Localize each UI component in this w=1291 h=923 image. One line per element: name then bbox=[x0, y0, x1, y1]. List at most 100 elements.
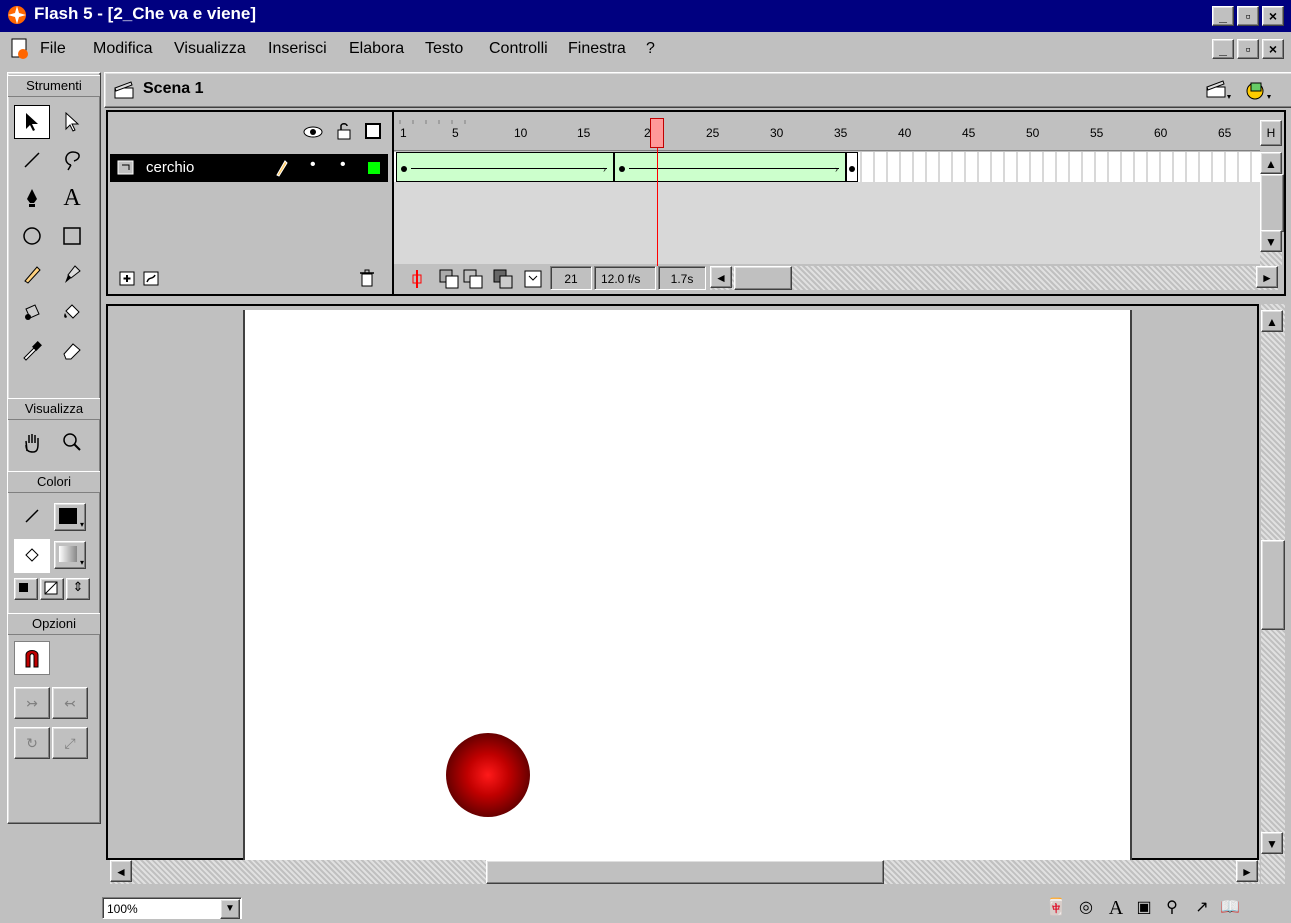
smooth-option-icon[interactable]: ↣ bbox=[14, 687, 50, 719]
menu-visualizza[interactable]: Visualizza bbox=[174, 40, 246, 58]
tween-span-2[interactable]: › bbox=[614, 152, 846, 182]
stage-hscroll[interactable]: ◄ ► bbox=[110, 860, 1260, 884]
center-frame-icon[interactable] bbox=[406, 268, 428, 290]
menu-controlli[interactable]: Controlli bbox=[489, 40, 548, 58]
info-panel-launcher-icon[interactable]: 🀄 bbox=[1044, 897, 1068, 919]
layer-row-cerchio[interactable]: cerchio • • bbox=[110, 154, 388, 182]
timeline-scroll-up[interactable]: ▲ bbox=[1260, 152, 1282, 174]
lock-dot[interactable]: • bbox=[340, 156, 346, 174]
stage-vscroll-thumb[interactable] bbox=[1261, 540, 1285, 630]
rotate-option-icon[interactable]: ↻ bbox=[14, 727, 50, 759]
ruler-label: 10 bbox=[514, 126, 528, 140]
magnet-snap-icon[interactable] bbox=[14, 641, 50, 675]
close-button[interactable]: × bbox=[1262, 6, 1284, 26]
ink-bottle-tool-icon[interactable] bbox=[14, 295, 50, 329]
stage-canvas[interactable] bbox=[243, 310, 1132, 860]
timeline-scroll-down[interactable]: ▼ bbox=[1260, 230, 1282, 252]
menu-testo[interactable]: Testo bbox=[425, 40, 463, 58]
mixer-panel-launcher-icon[interactable]: ◎ bbox=[1074, 897, 1098, 919]
swap-colors-icon[interactable]: ⇕ bbox=[66, 578, 90, 600]
lock-icon[interactable] bbox=[336, 122, 352, 140]
ruler-label: 45 bbox=[962, 126, 976, 140]
add-layer-icon[interactable] bbox=[118, 268, 138, 288]
straighten-option-icon[interactable]: ↢ bbox=[52, 687, 88, 719]
timeline-vscroll[interactable]: ▲ ▼ bbox=[1260, 152, 1284, 266]
red-ball-symbol[interactable] bbox=[446, 733, 530, 817]
timeline-options-button[interactable]: H bbox=[1260, 120, 1282, 146]
stage-scroll-left[interactable]: ◄ bbox=[110, 860, 132, 882]
layer-icon bbox=[117, 160, 134, 175]
menu-elabora[interactable]: Elabora bbox=[349, 40, 404, 58]
tween-span-1[interactable]: › bbox=[396, 152, 614, 182]
scene-bar: Scena 1 bbox=[104, 72, 1291, 108]
tools-section-visualizza: Visualizza bbox=[8, 398, 100, 420]
modify-onion-markers-icon[interactable] bbox=[522, 268, 544, 290]
fill-bucket-icon bbox=[14, 539, 50, 573]
menu-help[interactable]: ? bbox=[646, 40, 655, 58]
pencil-tool-icon[interactable] bbox=[14, 257, 50, 291]
ruler-label: 40 bbox=[898, 126, 912, 140]
stage-hscroll-thumb[interactable] bbox=[486, 860, 884, 884]
text-tool-icon[interactable]: A bbox=[54, 181, 90, 215]
visibility-dot[interactable]: • bbox=[310, 156, 316, 174]
menu-finestra[interactable]: Finestra bbox=[568, 40, 626, 58]
paint-bucket-tool-icon[interactable] bbox=[54, 295, 90, 329]
add-guide-layer-icon[interactable] bbox=[142, 268, 162, 288]
end-keyframe[interactable] bbox=[846, 152, 858, 182]
show-hide-eye-icon[interactable] bbox=[302, 124, 324, 140]
zoom-tool-icon[interactable] bbox=[54, 425, 90, 459]
stage-scroll-up[interactable]: ▲ bbox=[1261, 310, 1283, 332]
no-color-icon[interactable] bbox=[40, 578, 64, 600]
frame-row-cerchio[interactable]: › › bbox=[394, 152, 1260, 182]
onion-skin-icon[interactable] bbox=[438, 268, 460, 290]
timeline-hscroll[interactable]: ◄ ► bbox=[710, 266, 1278, 290]
library-launcher-icon[interactable]: 📖 bbox=[1218, 897, 1242, 919]
actions-panel-launcher-icon[interactable]: ↗ bbox=[1190, 897, 1214, 919]
instance-panel-launcher-icon[interactable]: ▣ bbox=[1132, 897, 1156, 919]
scale-option-icon[interactable]: ⤢ bbox=[52, 727, 88, 759]
outline-icon[interactable] bbox=[364, 122, 382, 140]
menu-modifica[interactable]: Modifica bbox=[93, 40, 153, 58]
eyedropper-tool-icon[interactable] bbox=[14, 333, 50, 367]
trash-icon[interactable] bbox=[358, 268, 376, 288]
rectangle-tool-icon[interactable] bbox=[54, 219, 90, 253]
timeline-scroll-left[interactable]: ◄ bbox=[710, 266, 732, 288]
minimize-button[interactable]: _ bbox=[1212, 6, 1234, 26]
movie-explorer-launcher-icon[interactable]: ⚲ bbox=[1160, 897, 1184, 919]
stage-scroll-down[interactable]: ▼ bbox=[1261, 832, 1283, 854]
subselect-tool-icon[interactable] bbox=[54, 105, 90, 139]
frame-ruler[interactable]: 1 5 10 15 20 25 30 35 40 45 50 55 60 65 bbox=[394, 112, 1260, 151]
brush-tool-icon[interactable] bbox=[54, 257, 90, 291]
oval-tool-icon[interactable] bbox=[14, 219, 50, 253]
hand-tool-icon[interactable] bbox=[14, 425, 50, 459]
playhead-marker[interactable] bbox=[650, 118, 664, 148]
stroke-color-swatch[interactable]: ▾ bbox=[54, 503, 86, 531]
pen-tool-icon[interactable] bbox=[14, 181, 50, 215]
edit-symbols-button[interactable] bbox=[1243, 77, 1273, 103]
menu-file[interactable]: File bbox=[40, 40, 66, 58]
doc-minimize-button[interactable]: _ bbox=[1212, 39, 1234, 59]
timeline-scroll-right[interactable]: ► bbox=[1256, 266, 1278, 288]
timeline-vscroll-thumb[interactable] bbox=[1260, 174, 1284, 232]
onion-skin-outlines-icon[interactable] bbox=[462, 268, 484, 290]
default-colors-icon[interactable] bbox=[14, 578, 38, 600]
menu-inserisci[interactable]: Inserisci bbox=[268, 40, 327, 58]
edit-multiple-frames-icon[interactable] bbox=[492, 268, 514, 290]
doc-maximize-button[interactable]: ▫ bbox=[1237, 39, 1259, 59]
line-tool-icon[interactable] bbox=[14, 143, 50, 177]
doc-close-button[interactable]: × bbox=[1262, 39, 1284, 59]
stage-scroll-right[interactable]: ► bbox=[1236, 860, 1258, 882]
stage-vscroll[interactable]: ▲ ▼ bbox=[1261, 304, 1285, 884]
fill-color-swatch[interactable]: ▾ bbox=[54, 541, 86, 569]
eraser-tool-icon[interactable] bbox=[54, 333, 90, 367]
timeline-hscroll-thumb[interactable] bbox=[734, 266, 792, 290]
ruler-label: 55 bbox=[1090, 126, 1104, 140]
edit-scene-button[interactable] bbox=[1203, 77, 1233, 103]
arrow-tool-icon[interactable] bbox=[14, 105, 50, 139]
maximize-button[interactable]: ▫ bbox=[1237, 6, 1259, 26]
document-icon[interactable] bbox=[10, 38, 30, 60]
character-panel-launcher-icon[interactable]: A bbox=[1104, 897, 1128, 919]
layer-outline-color[interactable] bbox=[368, 162, 380, 174]
zoom-dropdown-icon[interactable]: ▼ bbox=[220, 899, 240, 919]
lasso-tool-icon[interactable] bbox=[54, 143, 90, 177]
